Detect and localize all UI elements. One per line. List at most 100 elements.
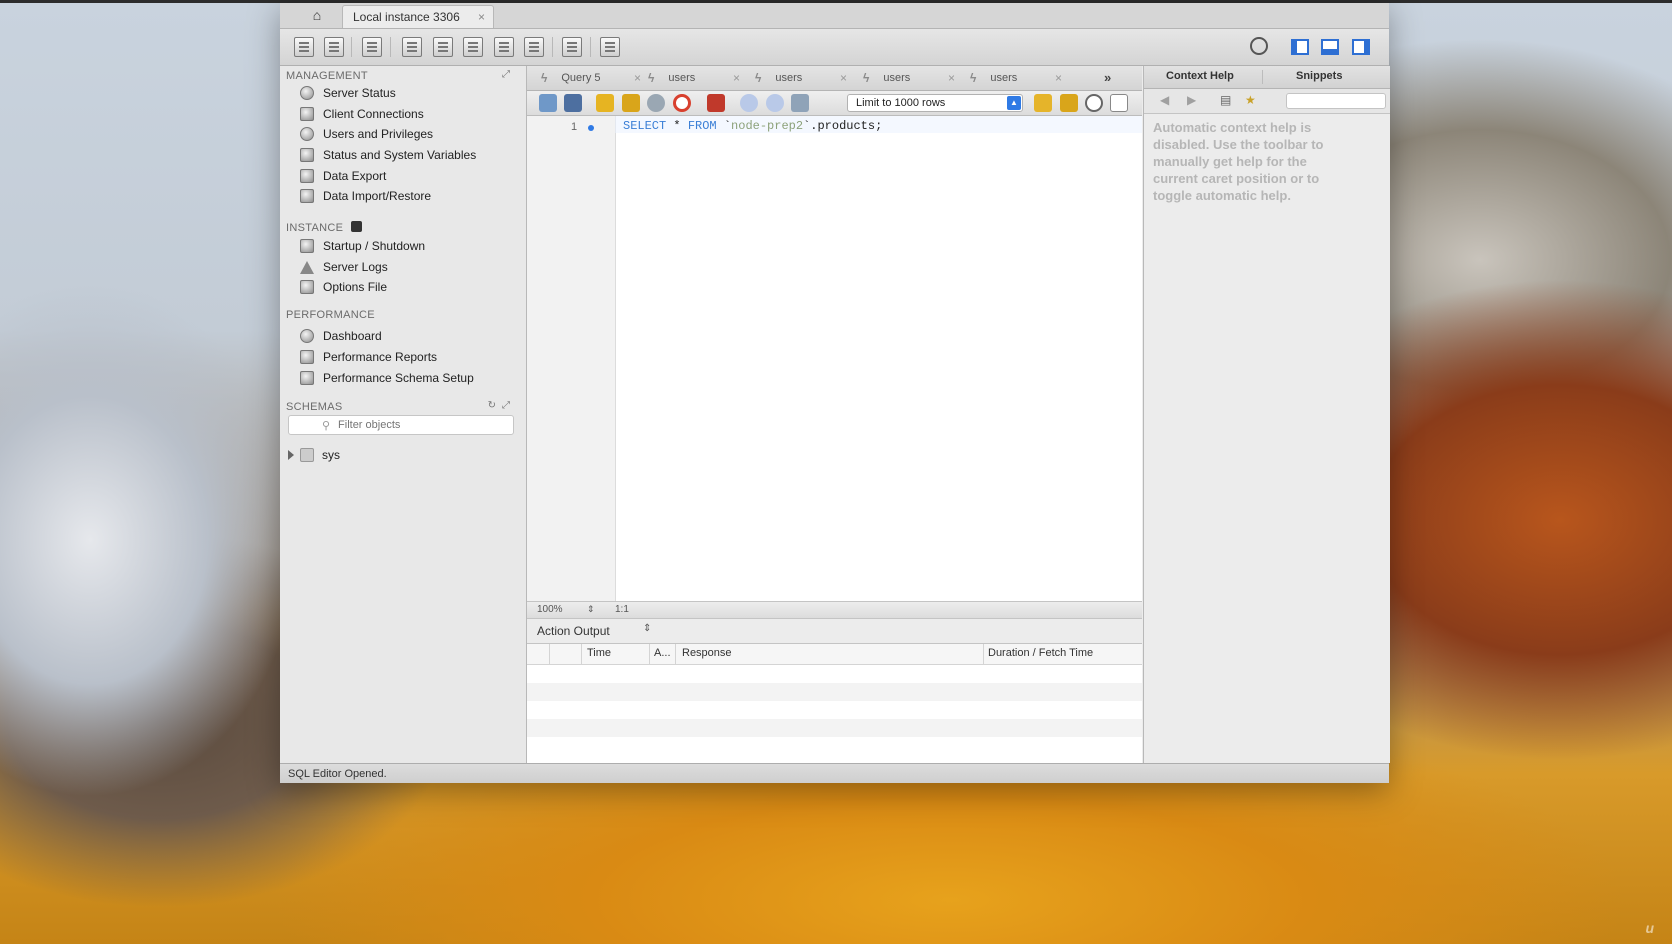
search-table-data-icon[interactable] <box>562 37 582 57</box>
tab-query-5[interactable]: ϟ Query 5 × <box>541 66 641 90</box>
settings-gear-icon[interactable] <box>1250 37 1268 55</box>
column-header-duration[interactable]: Duration / Fetch Time <box>988 647 1093 659</box>
schemas-section-title: SCHEMAS <box>286 401 343 413</box>
filter-objects-field[interactable]: ⚲ <box>288 415 514 435</box>
explain-icon[interactable] <box>647 94 665 112</box>
toolbar-divider <box>351 37 352 57</box>
tab-users[interactable]: ϟ users × <box>863 66 955 90</box>
connection-tab-label: Local instance 3306 <box>353 10 460 24</box>
nav-label: Client Connections <box>323 107 424 121</box>
limit-rows-select[interactable]: Limit to 1000 rows ▲ <box>847 94 1023 112</box>
close-icon[interactable]: × <box>478 10 485 24</box>
expand-icon[interactable]: ⤢ <box>502 69 510 80</box>
nav-status-variables[interactable]: Status and System Variables <box>300 145 476 165</box>
filter-objects-input[interactable] <box>336 418 481 432</box>
nav-performance-reports[interactable]: Performance Reports <box>300 347 437 367</box>
open-folder-icon[interactable] <box>539 94 557 112</box>
connection-tab[interactable]: Local instance 3306 × <box>342 5 494 28</box>
close-icon[interactable]: × <box>840 71 847 85</box>
toolbar-divider <box>390 37 391 57</box>
refresh-icon[interactable]: ↻ <box>488 400 496 411</box>
watermark-logo: u <box>1645 920 1654 936</box>
chevron-updown-icon[interactable]: ⇕ <box>643 623 651 634</box>
output-columns: Time A... Response Duration / Fetch Time <box>527 644 1142 665</box>
tab-snippets[interactable]: Snippets <box>1296 70 1342 82</box>
search-icon: ⚲ <box>321 419 331 432</box>
zoom-level[interactable]: 100% <box>537 604 563 615</box>
tab-users[interactable]: ϟ users × <box>755 66 847 90</box>
tab-context-help[interactable]: Context Help <box>1166 70 1234 82</box>
output-type-select[interactable]: Action Output <box>537 624 610 638</box>
import-icon <box>300 189 314 203</box>
create-function-icon[interactable] <box>524 37 544 57</box>
close-icon[interactable]: × <box>634 71 641 85</box>
nav-options-file[interactable]: Options File <box>300 277 387 297</box>
column-header-time[interactable]: Time <box>587 647 611 659</box>
column-header-response[interactable]: Response <box>682 647 732 659</box>
toolbar-divider <box>552 37 553 57</box>
auto-help-icon[interactable]: ★ <box>1245 93 1256 107</box>
sql-code-line[interactable]: SELECT * FROM `node-prep2`.products; <box>623 119 882 133</box>
right-panel-tabs: Context Help Snippets <box>1144 66 1390 89</box>
output-row <box>527 701 1142 719</box>
reconnect-icon[interactable] <box>600 37 620 57</box>
nav-startup-shutdown[interactable]: Startup / Shutdown <box>300 236 425 256</box>
tab-users[interactable]: ϟ users × <box>648 66 740 90</box>
autocommit-icon[interactable] <box>791 94 809 112</box>
nav-data-export[interactable]: Data Export <box>300 166 386 186</box>
home-icon[interactable]: ⌂ <box>306 6 328 24</box>
create-view-icon[interactable] <box>463 37 483 57</box>
nav-server-logs[interactable]: Server Logs <box>300 257 388 277</box>
commit-icon[interactable] <box>740 94 758 112</box>
open-sql-script-icon[interactable] <box>324 37 344 57</box>
expand-arrow-icon[interactable] <box>288 450 294 460</box>
toggle-secondary-sidebar-icon[interactable] <box>1352 39 1370 55</box>
nav-client-connections[interactable]: Client Connections <box>300 104 424 124</box>
inspect-object-icon[interactable] <box>362 37 382 57</box>
nav-performance-schema-setup[interactable]: Performance Schema Setup <box>300 368 474 388</box>
new-sql-tab-icon[interactable] <box>294 37 314 57</box>
invisible-chars-icon[interactable] <box>1110 94 1128 112</box>
stop-icon[interactable] <box>673 94 691 112</box>
back-arrow-icon[interactable]: ◀ <box>1160 93 1169 107</box>
forward-arrow-icon[interactable]: ▶ <box>1187 93 1196 107</box>
broom-icon[interactable] <box>1060 94 1078 112</box>
column-header-action[interactable]: A... <box>654 647 671 659</box>
execute-lightning-icon[interactable] <box>596 94 614 112</box>
nav-users-privileges[interactable]: Users and Privileges <box>300 124 433 144</box>
navigator-sidebar: MANAGEMENT ⤢ Server Status Client Connec… <box>280 66 527 766</box>
zoom-stepper-icon[interactable]: ⇕ <box>587 604 595 615</box>
save-icon[interactable] <box>564 94 582 112</box>
column-divider <box>983 644 984 664</box>
close-icon[interactable]: × <box>733 71 740 85</box>
schema-setup-icon <box>300 371 314 385</box>
nav-dashboard[interactable]: Dashboard <box>300 326 382 346</box>
context-help-text: Automatic context help is disabled. Use … <box>1153 120 1324 203</box>
status-bar: SQL Editor Opened. <box>280 763 1389 783</box>
beautify-star-icon[interactable] <box>1034 94 1052 112</box>
tab-users[interactable]: ϟ users × <box>970 66 1062 90</box>
instance-section-title: INSTANCE <box>286 221 362 234</box>
schema-item-sys[interactable]: sys <box>288 446 340 464</box>
nav-server-status[interactable]: Server Status <box>300 83 396 103</box>
toggle-output-icon[interactable] <box>1321 39 1339 55</box>
column-divider <box>549 644 550 664</box>
create-schema-icon[interactable] <box>402 37 422 57</box>
more-tabs-button[interactable]: » <box>1104 70 1111 85</box>
rollback-icon[interactable] <box>766 94 784 112</box>
manual-help-icon[interactable]: ▤ <box>1220 93 1231 107</box>
close-icon[interactable]: × <box>948 71 955 85</box>
create-procedure-icon[interactable] <box>494 37 514 57</box>
execute-current-icon[interactable] <box>622 94 640 112</box>
toggle-error-icon[interactable] <box>707 94 725 112</box>
tab-label: users <box>883 72 911 84</box>
close-icon[interactable]: × <box>1055 71 1062 85</box>
editor-status-bar: 100% ⇕ 1:1 <box>527 601 1142 619</box>
find-icon[interactable] <box>1085 94 1103 112</box>
toggle-sidebar-icon[interactable] <box>1291 39 1309 55</box>
nav-data-import[interactable]: Data Import/Restore <box>300 186 431 206</box>
variables-icon <box>300 148 314 162</box>
create-table-icon[interactable] <box>433 37 453 57</box>
help-topic-field[interactable] <box>1286 93 1386 109</box>
expand-icon[interactable]: ⤢ <box>502 400 510 411</box>
